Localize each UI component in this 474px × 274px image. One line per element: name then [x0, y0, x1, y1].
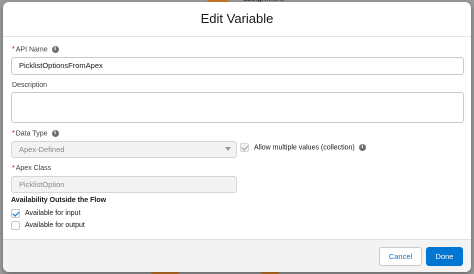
- apex-class-label: *Apex Class: [12, 165, 51, 172]
- done-button[interactable]: Done: [426, 247, 463, 266]
- api-name-label: *API Name i: [12, 46, 59, 53]
- api-name-input[interactable]: PicklistOptionsFromApex: [11, 57, 464, 75]
- modal-title: Edit Variable: [200, 11, 274, 26]
- chevron-down-icon: [225, 147, 231, 151]
- allow-multiple-label: Allow multiple values (collection) i: [254, 144, 366, 151]
- allow-multiple-checkbox[interactable]: [240, 143, 249, 152]
- available-for-output-checkbox[interactable]: [11, 221, 20, 230]
- available-for-input-checkbox[interactable]: [11, 209, 20, 218]
- available-for-output-label: Available for output: [25, 222, 85, 229]
- data-type-label: *Data Type i: [12, 130, 59, 137]
- info-icon[interactable]: i: [51, 46, 59, 53]
- api-name-value: PicklistOptionsFromApex: [19, 61, 103, 70]
- allow-multiple-label-text: Allow multiple values (collection): [254, 144, 355, 152]
- required-marker: *: [12, 46, 15, 54]
- info-icon[interactable]: i: [51, 130, 59, 137]
- data-type-value: Apex-Defined: [19, 145, 65, 154]
- description-label: Description: [12, 82, 47, 89]
- cancel-button[interactable]: Cancel: [379, 247, 422, 266]
- required-marker: *: [12, 130, 15, 138]
- required-marker: *: [12, 165, 15, 172]
- info-icon[interactable]: i: [358, 144, 366, 151]
- availability-section-title: Availability Outside the Flow: [11, 197, 107, 204]
- available-for-input-label: Available for input: [25, 210, 81, 217]
- data-type-label-text: Data Type: [15, 130, 48, 138]
- apex-class-input[interactable]: PicklistOption: [11, 176, 237, 193]
- edit-variable-modal: Edit Variable *API Name i PicklistOptions…: [3, 2, 471, 272]
- api-name-label-text: API Name: [15, 46, 48, 54]
- modal-body: *API Name i PicklistOptionsFromApex Descr…: [3, 37, 471, 242]
- data-type-select[interactable]: Apex-Defined: [11, 141, 237, 158]
- description-label-text: Description: [12, 82, 48, 89]
- modal-footer: Cancel Done: [3, 239, 471, 272]
- apex-class-value: PicklistOption: [19, 180, 65, 189]
- description-textarea[interactable]: [11, 92, 464, 123]
- modal-header: Edit Variable: [3, 2, 471, 37]
- apex-class-label-text: Apex Class: [15, 165, 52, 172]
